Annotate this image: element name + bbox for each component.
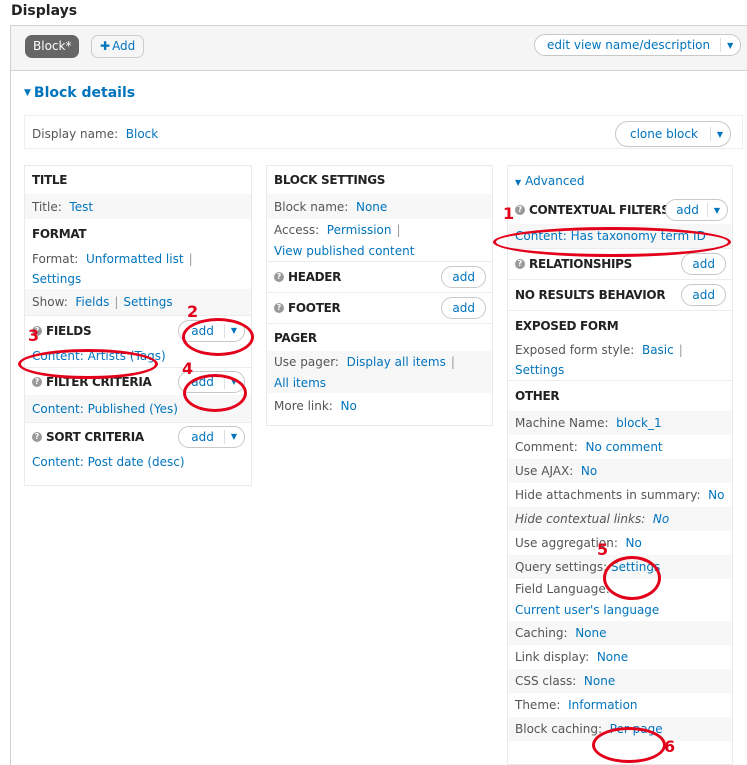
field-language-link[interactable]: Current user's language	[515, 603, 659, 617]
block-name-link[interactable]: None	[356, 200, 387, 214]
use-pager-link[interactable]: Display all items	[347, 355, 446, 369]
no-results-add-button[interactable]: add	[681, 284, 726, 306]
block-details-toggle[interactable]: ▼ Block details	[24, 85, 135, 101]
footer-heading: FOOTER	[288, 301, 341, 315]
filter-criteria-heading: FILTER CRITERIA	[46, 374, 152, 389]
machine-name-link[interactable]: block_1	[616, 416, 661, 430]
hide-attachments-link[interactable]: No	[708, 488, 724, 502]
use-aggregation-link[interactable]: No	[626, 536, 642, 550]
exposed-settings-link[interactable]: Settings	[515, 363, 564, 377]
title-link[interactable]: Test	[69, 200, 93, 214]
contextual-filter-item-link[interactable]: Content: Has taxonomy term ID	[515, 229, 706, 243]
title-heading: TITLE	[32, 173, 68, 187]
display-tabs-bar: Block* ✚ Add edit view name/description ▼	[10, 25, 747, 71]
exposed-form-heading: EXPOSED FORM	[515, 318, 619, 333]
pager-heading: PAGER	[274, 330, 317, 345]
show-fields-link[interactable]: Fields	[75, 295, 109, 309]
block-caching-link[interactable]: Per page	[610, 722, 663, 736]
field-item-link[interactable]: Content: Artists (Tags)	[32, 349, 166, 363]
column-1: TITLE Title: Test FORMAT Format: Unforma…	[24, 165, 252, 486]
pager-items-link[interactable]: All items	[274, 376, 326, 390]
link-display-link[interactable]: None	[597, 650, 628, 664]
comment-link[interactable]: No comment	[585, 440, 662, 454]
help-icon[interactable]: ?	[32, 376, 42, 387]
column-2: BLOCK SETTINGS Block name: None Access: …	[266, 165, 493, 426]
sort-criteria-heading: SORT CRITERIA	[46, 429, 144, 444]
display-name-link[interactable]: Block	[126, 127, 158, 141]
advanced-toggle[interactable]: ▼ Advanced	[515, 174, 584, 188]
css-class-link[interactable]: None	[584, 674, 615, 688]
plus-icon: ✚	[100, 39, 111, 53]
filter-item-link[interactable]: Content: Published (Yes)	[32, 402, 178, 416]
block-settings-heading: BLOCK SETTINGS	[274, 173, 386, 187]
theme-link[interactable]: Information	[568, 698, 637, 712]
header-heading: HEADER	[288, 270, 342, 284]
chevron-down-icon[interactable]: ▼	[721, 41, 740, 50]
no-results-heading: NO RESULTS BEHAVIOR	[515, 288, 666, 302]
format-link[interactable]: Unformatted list	[86, 252, 184, 266]
relationships-heading: RELATIONSHIPS	[529, 257, 633, 271]
query-settings-link[interactable]: Settings	[611, 560, 660, 574]
help-icon[interactable]: ?	[515, 205, 525, 215]
tab-block-display[interactable]: Block*	[25, 35, 80, 58]
exposed-style-link[interactable]: Basic	[642, 343, 674, 357]
show-settings-link[interactable]: Settings	[123, 295, 172, 309]
help-icon[interactable]: ?	[515, 259, 525, 269]
edit-view-name-button[interactable]: edit view name/description ▼	[534, 34, 742, 56]
contextual-add-button[interactable]: add ▼	[665, 199, 728, 221]
add-display-button[interactable]: ✚ Add	[91, 35, 145, 58]
column-3: ▼ Advanced ? CONTEXTUAL FILTERS add ▼ Conte…	[507, 165, 733, 765]
header-add-button[interactable]: add	[441, 266, 486, 288]
sort-add-button[interactable]: add ▼	[178, 425, 245, 448]
page-title: Displays	[11, 3, 78, 19]
help-icon[interactable]: ?	[32, 325, 42, 336]
filter-add-button[interactable]: add ▼	[178, 370, 245, 393]
chevron-down-icon[interactable]: ▼	[708, 206, 727, 215]
help-icon[interactable]: ?	[274, 303, 284, 313]
fields-add-button[interactable]: add ▼	[178, 319, 245, 342]
display-name-box: Display name: Block clone block ▼	[24, 115, 743, 149]
fields-heading: FIELDS	[46, 323, 92, 338]
chevron-down-icon[interactable]: ▼	[225, 377, 244, 386]
relationships-add-button[interactable]: add	[681, 253, 726, 275]
chevron-down-icon[interactable]: ▼	[225, 432, 244, 441]
access-link[interactable]: Permission	[327, 223, 392, 237]
clone-block-button[interactable]: clone block ▼	[615, 121, 732, 147]
footer-add-button[interactable]: add	[441, 297, 486, 319]
format-heading: FORMAT	[32, 227, 87, 241]
triangle-down-icon: ▼	[515, 178, 522, 187]
help-icon[interactable]: ?	[32, 431, 42, 442]
display-details-area: ▼ Block details Display name: Block clone…	[10, 71, 747, 765]
access-detail-link[interactable]: View published content	[274, 244, 414, 258]
caching-link[interactable]: None	[575, 626, 606, 640]
chevron-down-icon[interactable]: ▼	[711, 130, 730, 139]
display-name-label: Display name:	[32, 127, 119, 141]
contextual-filters-heading: CONTEXTUAL FILTERS	[529, 203, 670, 217]
format-settings-link[interactable]: Settings	[32, 272, 81, 286]
sort-item-link[interactable]: Content: Post date (desc)	[32, 455, 185, 469]
other-heading: OTHER	[515, 389, 560, 403]
chevron-down-icon[interactable]: ▼	[225, 326, 244, 335]
help-icon[interactable]: ?	[274, 272, 284, 282]
more-link-link[interactable]: No	[340, 399, 356, 413]
triangle-down-icon: ▼	[24, 88, 31, 98]
hide-contextual-links-link[interactable]: No	[653, 512, 669, 526]
use-ajax-link[interactable]: No	[581, 464, 597, 478]
